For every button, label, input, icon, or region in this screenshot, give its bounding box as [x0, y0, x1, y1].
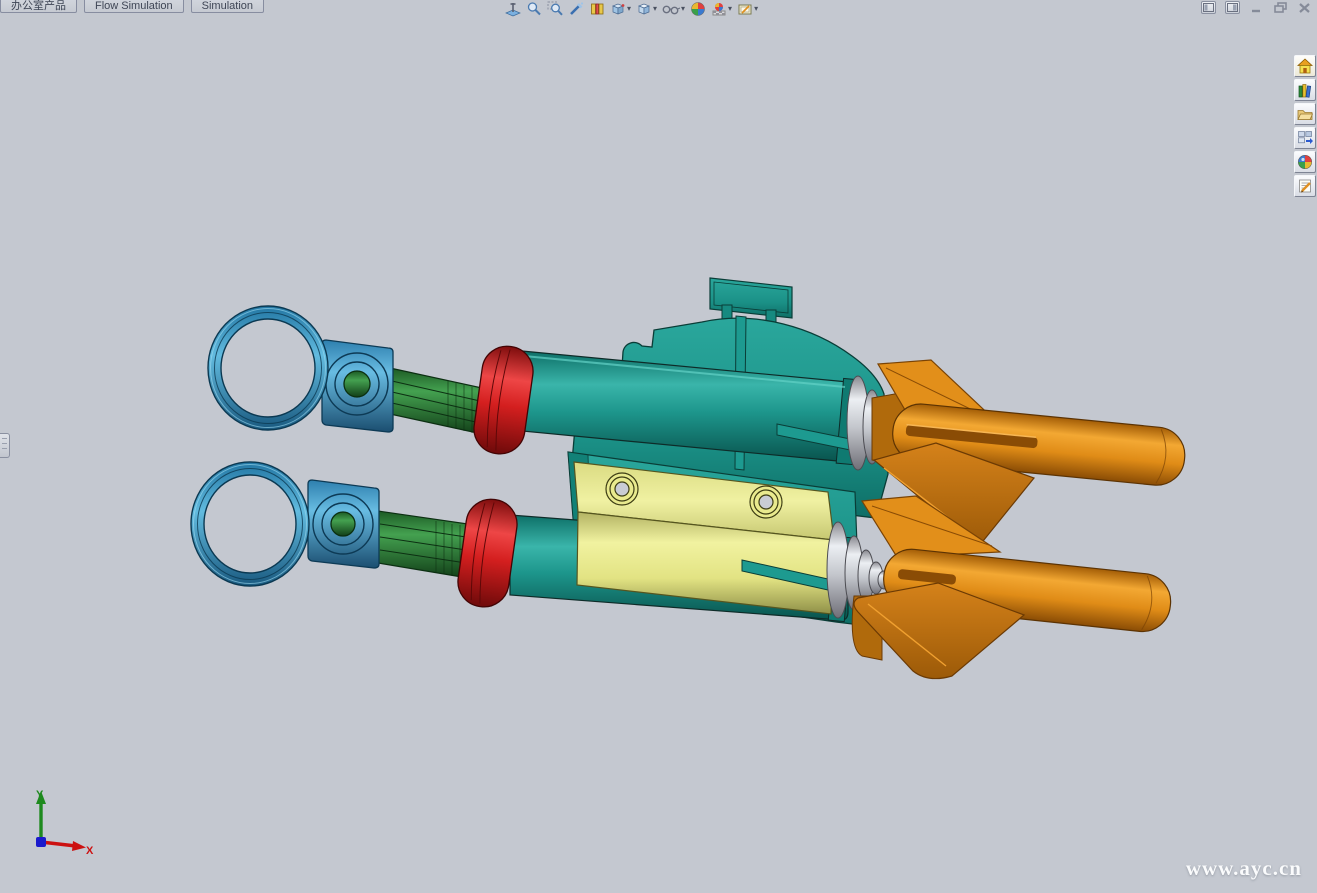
custom-properties-icon[interactable] — [1294, 175, 1316, 197]
apply-scene-icon[interactable]: ▾ — [711, 0, 732, 17]
restore-button[interactable] — [1273, 1, 1288, 14]
part-top-hub[interactable] — [322, 340, 393, 432]
triad-origin-z — [36, 837, 46, 847]
section-view-icon[interactable] — [589, 0, 605, 17]
model-viewport-canvas[interactable] — [0, 0, 1317, 893]
zoom-to-area-icon[interactable] — [547, 0, 563, 17]
heads-up-view-toolbar: ▾ ▾ ▾ ▾ ▾ — [505, 0, 758, 17]
part-top-collar[interactable] — [471, 343, 537, 457]
window-controls — [1201, 1, 1312, 14]
command-manager-tabs: 办公室产品 Flow Simulation Simulation — [0, 0, 264, 13]
tab-flow-simulation[interactable]: Flow Simulation — [84, 0, 184, 13]
view-orientation-icon[interactable]: ▾ — [610, 0, 631, 17]
part-top-rod[interactable] — [390, 368, 482, 434]
watermark: www.ayc.cn — [1186, 856, 1302, 881]
orientation-triad: Y X — [18, 786, 98, 858]
task-pane — [1294, 55, 1316, 197]
display-style-icon[interactable]: ▾ — [636, 0, 657, 17]
feature-tree-collapsed-tab[interactable] — [0, 433, 10, 458]
triad-y-label: Y — [36, 789, 44, 801]
zoom-to-fit-icon[interactable] — [526, 0, 542, 17]
appearances-scenes-icon[interactable] — [1294, 151, 1316, 173]
part-bottom-hub[interactable] — [308, 480, 379, 568]
previous-view-icon[interactable] — [568, 0, 584, 17]
part-bottom-rod[interactable] — [378, 511, 468, 578]
hide-show-items-icon[interactable]: ▾ — [662, 0, 685, 17]
edit-appearance-icon[interactable] — [690, 0, 706, 17]
minimize-button[interactable] — [1249, 1, 1264, 14]
tab-office-products[interactable]: 办公室产品 — [0, 0, 77, 13]
collapse-pane-right-button[interactable] — [1225, 1, 1240, 14]
tab-simulation[interactable]: Simulation — [191, 0, 264, 13]
collapse-pane-left-button[interactable] — [1201, 1, 1216, 14]
file-explorer-icon[interactable] — [1294, 103, 1316, 125]
view-settings-icon[interactable]: ▾ — [737, 0, 758, 17]
part-bottom-finned-grip[interactable] — [852, 496, 1173, 679]
pin-view-icon[interactable] — [505, 0, 521, 17]
design-library-icon[interactable] — [1294, 79, 1316, 101]
part-top-ring[interactable] — [208, 306, 328, 430]
solidworks-resources-home-icon[interactable] — [1294, 55, 1316, 77]
part-bottom-ring[interactable] — [191, 462, 309, 586]
view-palette-icon[interactable] — [1294, 127, 1316, 149]
triad-x-label: X — [86, 845, 94, 857]
close-icon[interactable] — [1297, 1, 1312, 14]
